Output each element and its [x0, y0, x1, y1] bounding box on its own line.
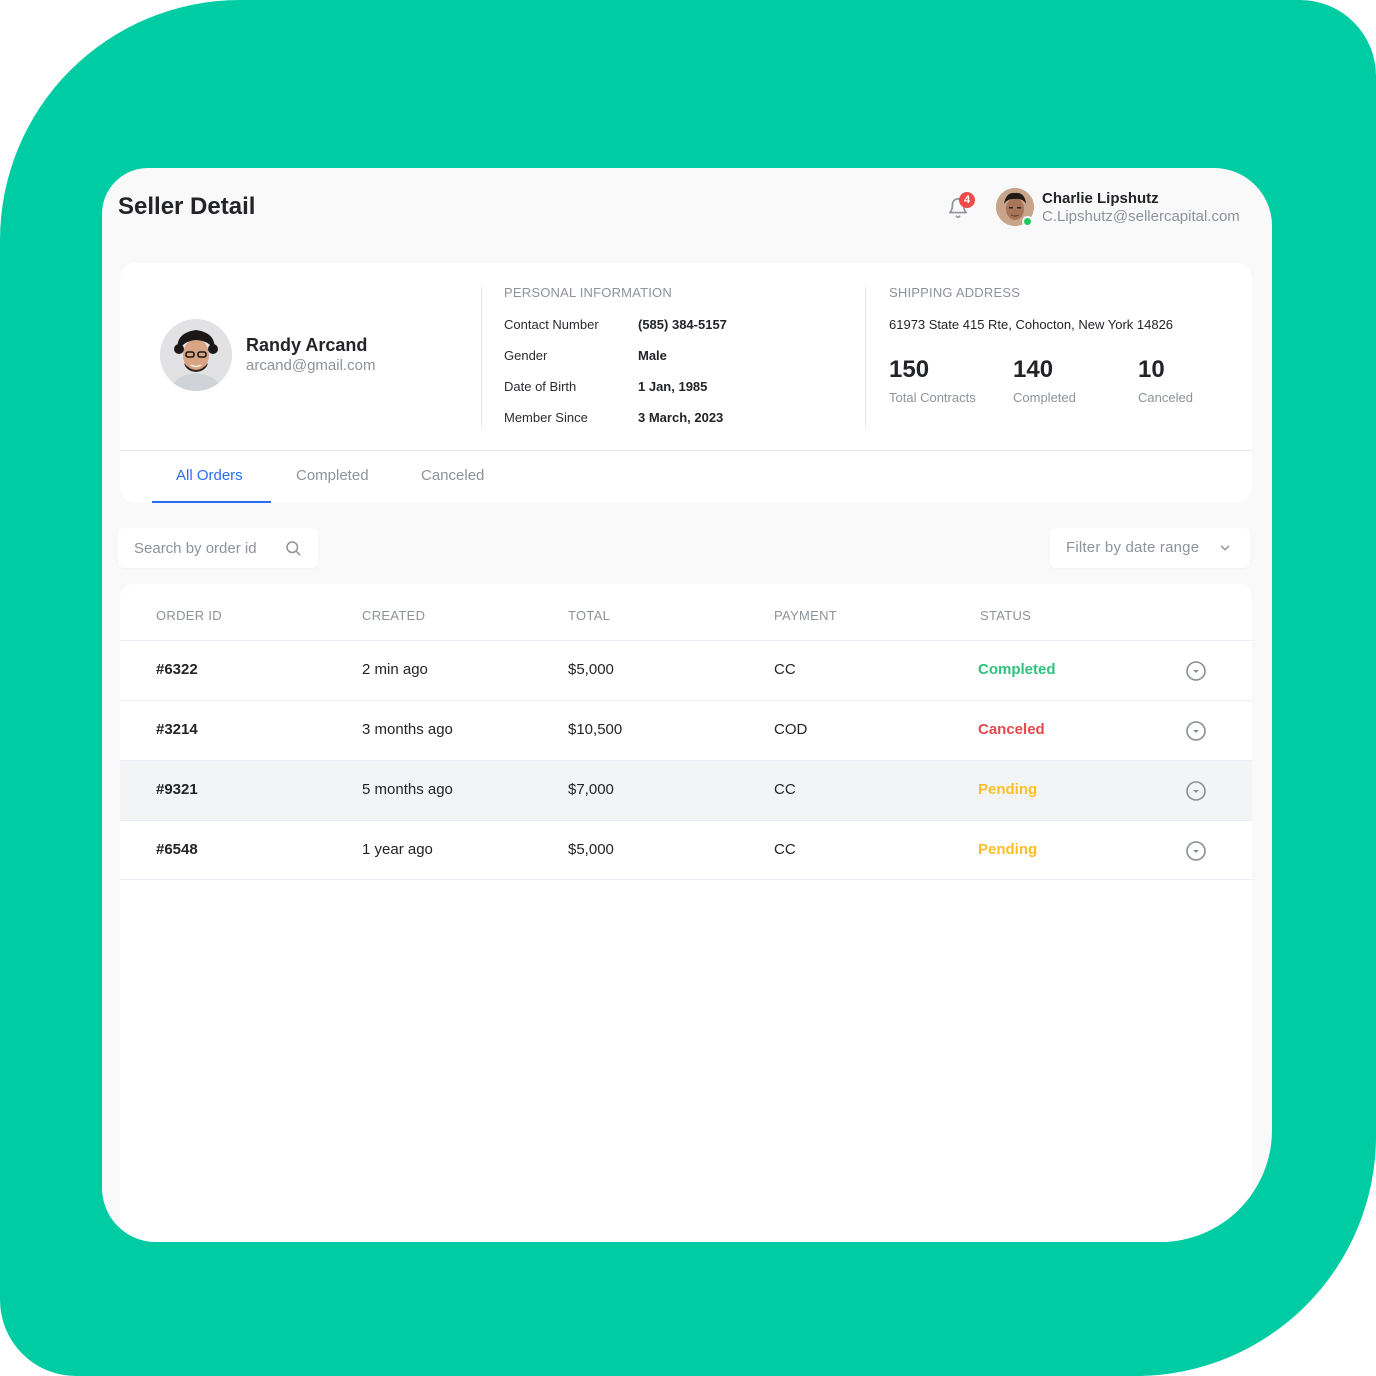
seller-detail-window: Seller Detail 4 Charlie Lipshutz C.Lipsh…: [102, 168, 1272, 1242]
date-of-birth-value: 1 Jan, 1985: [638, 379, 708, 394]
contact-number-label: Contact Number: [504, 317, 599, 332]
total-contracts-value: 150: [889, 356, 930, 383]
active-tab-indicator: [152, 501, 271, 503]
chevron-down-icon: [1218, 541, 1232, 555]
order-payment: COD: [774, 721, 808, 738]
order-status: Pending: [978, 841, 1038, 858]
order-status: Completed: [978, 661, 1056, 678]
user-name: Charlie Lipshutz: [1042, 190, 1159, 207]
divider: [865, 287, 866, 427]
seller-avatar: [160, 319, 232, 391]
seller-name: Randy Arcand: [246, 335, 368, 355]
column-header-order-id[interactable]: ORDER ID: [156, 608, 222, 624]
row-expand-button[interactable]: [1185, 840, 1207, 862]
personal-info-title: PERSONAL INFORMATION: [504, 285, 672, 300]
chevron-circle-down-icon: [1186, 721, 1206, 741]
order-created: 2 min ago: [362, 661, 428, 678]
chevron-circle-down-icon: [1186, 661, 1206, 681]
order-status: Pending: [978, 781, 1038, 798]
shipping-address-title: SHIPPING ADDRESS: [889, 285, 1021, 300]
notification-badge: 4: [959, 192, 975, 208]
divider: [120, 450, 1252, 451]
member-since-value: 3 March, 2023: [638, 410, 724, 425]
date-range-filter-label: Filter by date range: [1066, 539, 1200, 556]
order-id: #6548: [156, 841, 198, 858]
order-created: 5 months ago: [362, 781, 453, 798]
canceled-count-label: Canceled: [1138, 390, 1193, 405]
canceled-count-value: 10: [1138, 356, 1165, 383]
order-total: $5,000: [568, 661, 614, 678]
column-header-created[interactable]: CREATED: [362, 608, 425, 624]
total-contracts-label: Total Contracts: [889, 390, 976, 405]
user-email: C.Lipshutz@sellercapital.com: [1042, 208, 1240, 225]
order-total: $5,000: [568, 841, 614, 858]
table-row[interactable]: #9321 5 months ago $7,000 CC Pending: [120, 760, 1252, 820]
order-created: 1 year ago: [362, 841, 433, 858]
tab-all-orders[interactable]: All Orders: [176, 466, 243, 486]
order-payment: CC: [774, 781, 796, 798]
table-row[interactable]: #6322 2 min ago $5,000 CC Completed: [120, 640, 1252, 700]
column-header-payment[interactable]: PAYMENT: [774, 608, 837, 624]
seller-avatar-image: [160, 319, 232, 391]
seller-profile-panel: Randy Arcand arcand@gmail.com PERSONAL I…: [120, 263, 1252, 503]
row-expand-button[interactable]: [1185, 660, 1207, 682]
page-title: Seller Detail: [118, 193, 256, 220]
search-box: [118, 528, 318, 568]
chevron-circle-down-icon: [1186, 841, 1206, 861]
order-id: #9321: [156, 781, 198, 798]
completed-count-value: 140: [1013, 356, 1054, 383]
orders-table: ORDER ID CREATED TOTAL PAYMENT STATUS #6…: [120, 584, 1252, 1242]
order-payment: CC: [774, 841, 796, 858]
member-since-label: Member Since: [504, 410, 588, 425]
divider: [481, 287, 482, 427]
online-status-indicator: [1022, 216, 1033, 227]
shipping-address: 61973 State 415 Rte, Cohocton, New York …: [889, 317, 1174, 332]
tab-completed[interactable]: Completed: [296, 466, 369, 486]
chevron-circle-down-icon: [1186, 781, 1206, 801]
search-icon: [286, 541, 301, 556]
order-total: $7,000: [568, 781, 614, 798]
table-row[interactable]: #3214 3 months ago $10,500 COD Canceled: [120, 700, 1252, 760]
order-id: #3214: [156, 721, 198, 738]
search-button[interactable]: [284, 539, 302, 557]
tab-canceled[interactable]: Canceled: [421, 466, 484, 486]
contact-number-value: (585) 384-5157: [638, 317, 727, 332]
search-input[interactable]: [118, 528, 278, 568]
gender-value: Male: [638, 348, 667, 363]
seller-email: arcand@gmail.com: [246, 357, 376, 374]
row-expand-button[interactable]: [1185, 720, 1207, 742]
date-of-birth-label: Date of Birth: [504, 379, 577, 394]
completed-count-label: Completed: [1013, 390, 1076, 405]
order-total: $10,500: [568, 721, 623, 738]
order-status: Canceled: [978, 721, 1045, 738]
column-header-total[interactable]: TOTAL: [568, 608, 610, 624]
column-header-status[interactable]: STATUS: [980, 608, 1031, 624]
date-range-filter[interactable]: Filter by date range: [1050, 528, 1250, 568]
gender-label: Gender: [504, 348, 548, 363]
row-expand-button[interactable]: [1185, 780, 1207, 802]
table-row[interactable]: #6548 1 year ago $5,000 CC Pending: [120, 820, 1252, 880]
order-payment: CC: [774, 661, 796, 678]
order-created: 3 months ago: [362, 721, 453, 738]
order-id: #6322: [156, 661, 198, 678]
